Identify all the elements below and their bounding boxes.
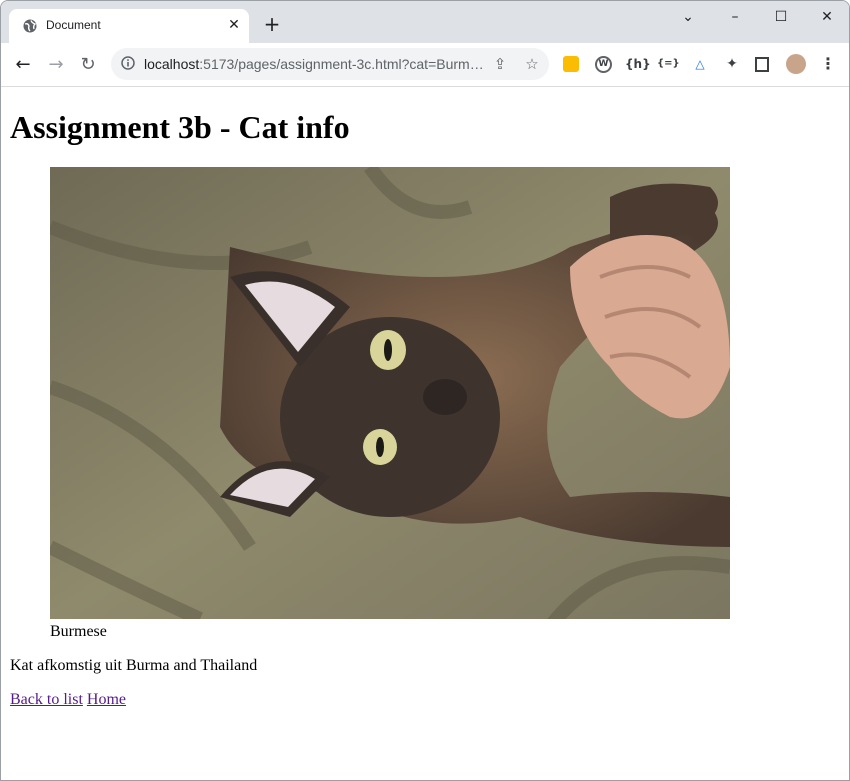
back-icon[interactable]: ← [12,54,34,76]
new-tab-icon[interactable]: + [263,14,281,34]
page-content: Assignment 3b - Cat info Burmese Kat afk… [1,87,849,780]
cat-description: Kat afkomstig uit Burma and Thailand [10,657,258,674]
chevron-down-icon[interactable]: ⌄ [673,7,703,27]
bookmark-star-icon[interactable]: ☆ [523,55,541,73]
wordpress-icon[interactable]: W [595,56,612,73]
cat-image [50,167,730,619]
extensions-puzzle-icon[interactable]: ✦ [723,55,741,73]
title-bar: Document ✕ + ⌄ – ☐ ✕ [1,1,849,43]
azure-icon[interactable]: △ [691,55,709,73]
maximize-icon[interactable]: ☐ [766,7,796,27]
address-bar[interactable]: localhost:5173/pages/assignment-3c.html?… [111,48,549,80]
browser-window: Document ✕ + ⌄ – ☐ ✕ ← → ↻ localhost:517… [0,0,850,781]
json-viewer-icon[interactable]: {=} [657,55,680,73]
forward-icon[interactable]: → [45,54,67,76]
share-icon[interactable]: ⇪ [491,55,509,73]
page-title: Assignment 3b - Cat info [10,109,350,145]
close-window-icon[interactable]: ✕ [812,7,842,27]
browser-tab[interactable]: Document ✕ [9,9,249,43]
home-link[interactable]: Home [87,691,126,708]
tab-title: Document [46,18,101,32]
menu-kebab-icon[interactable]: ⋮ [819,55,837,73]
side-panel-icon[interactable] [755,57,769,72]
keep-icon[interactable] [563,56,579,72]
figure-caption: Burmese [50,623,107,640]
profile-avatar[interactable] [786,54,806,74]
browser-toolbar: ← → ↻ localhost:5173/pages/assignment-3c… [1,43,849,87]
hashnode-icon[interactable]: {h} [625,55,651,73]
minimize-icon[interactable]: – [720,7,750,27]
info-icon[interactable] [121,56,135,70]
close-tab-icon[interactable]: ✕ [227,18,241,32]
back-to-list-link[interactable]: Back to list [10,691,83,708]
nav-links: Back to list Home [10,691,126,709]
url-text[interactable]: localhost:5173/pages/assignment-3c.html?… [144,56,484,72]
globe-icon [23,19,37,33]
reload-icon[interactable]: ↻ [77,54,99,76]
